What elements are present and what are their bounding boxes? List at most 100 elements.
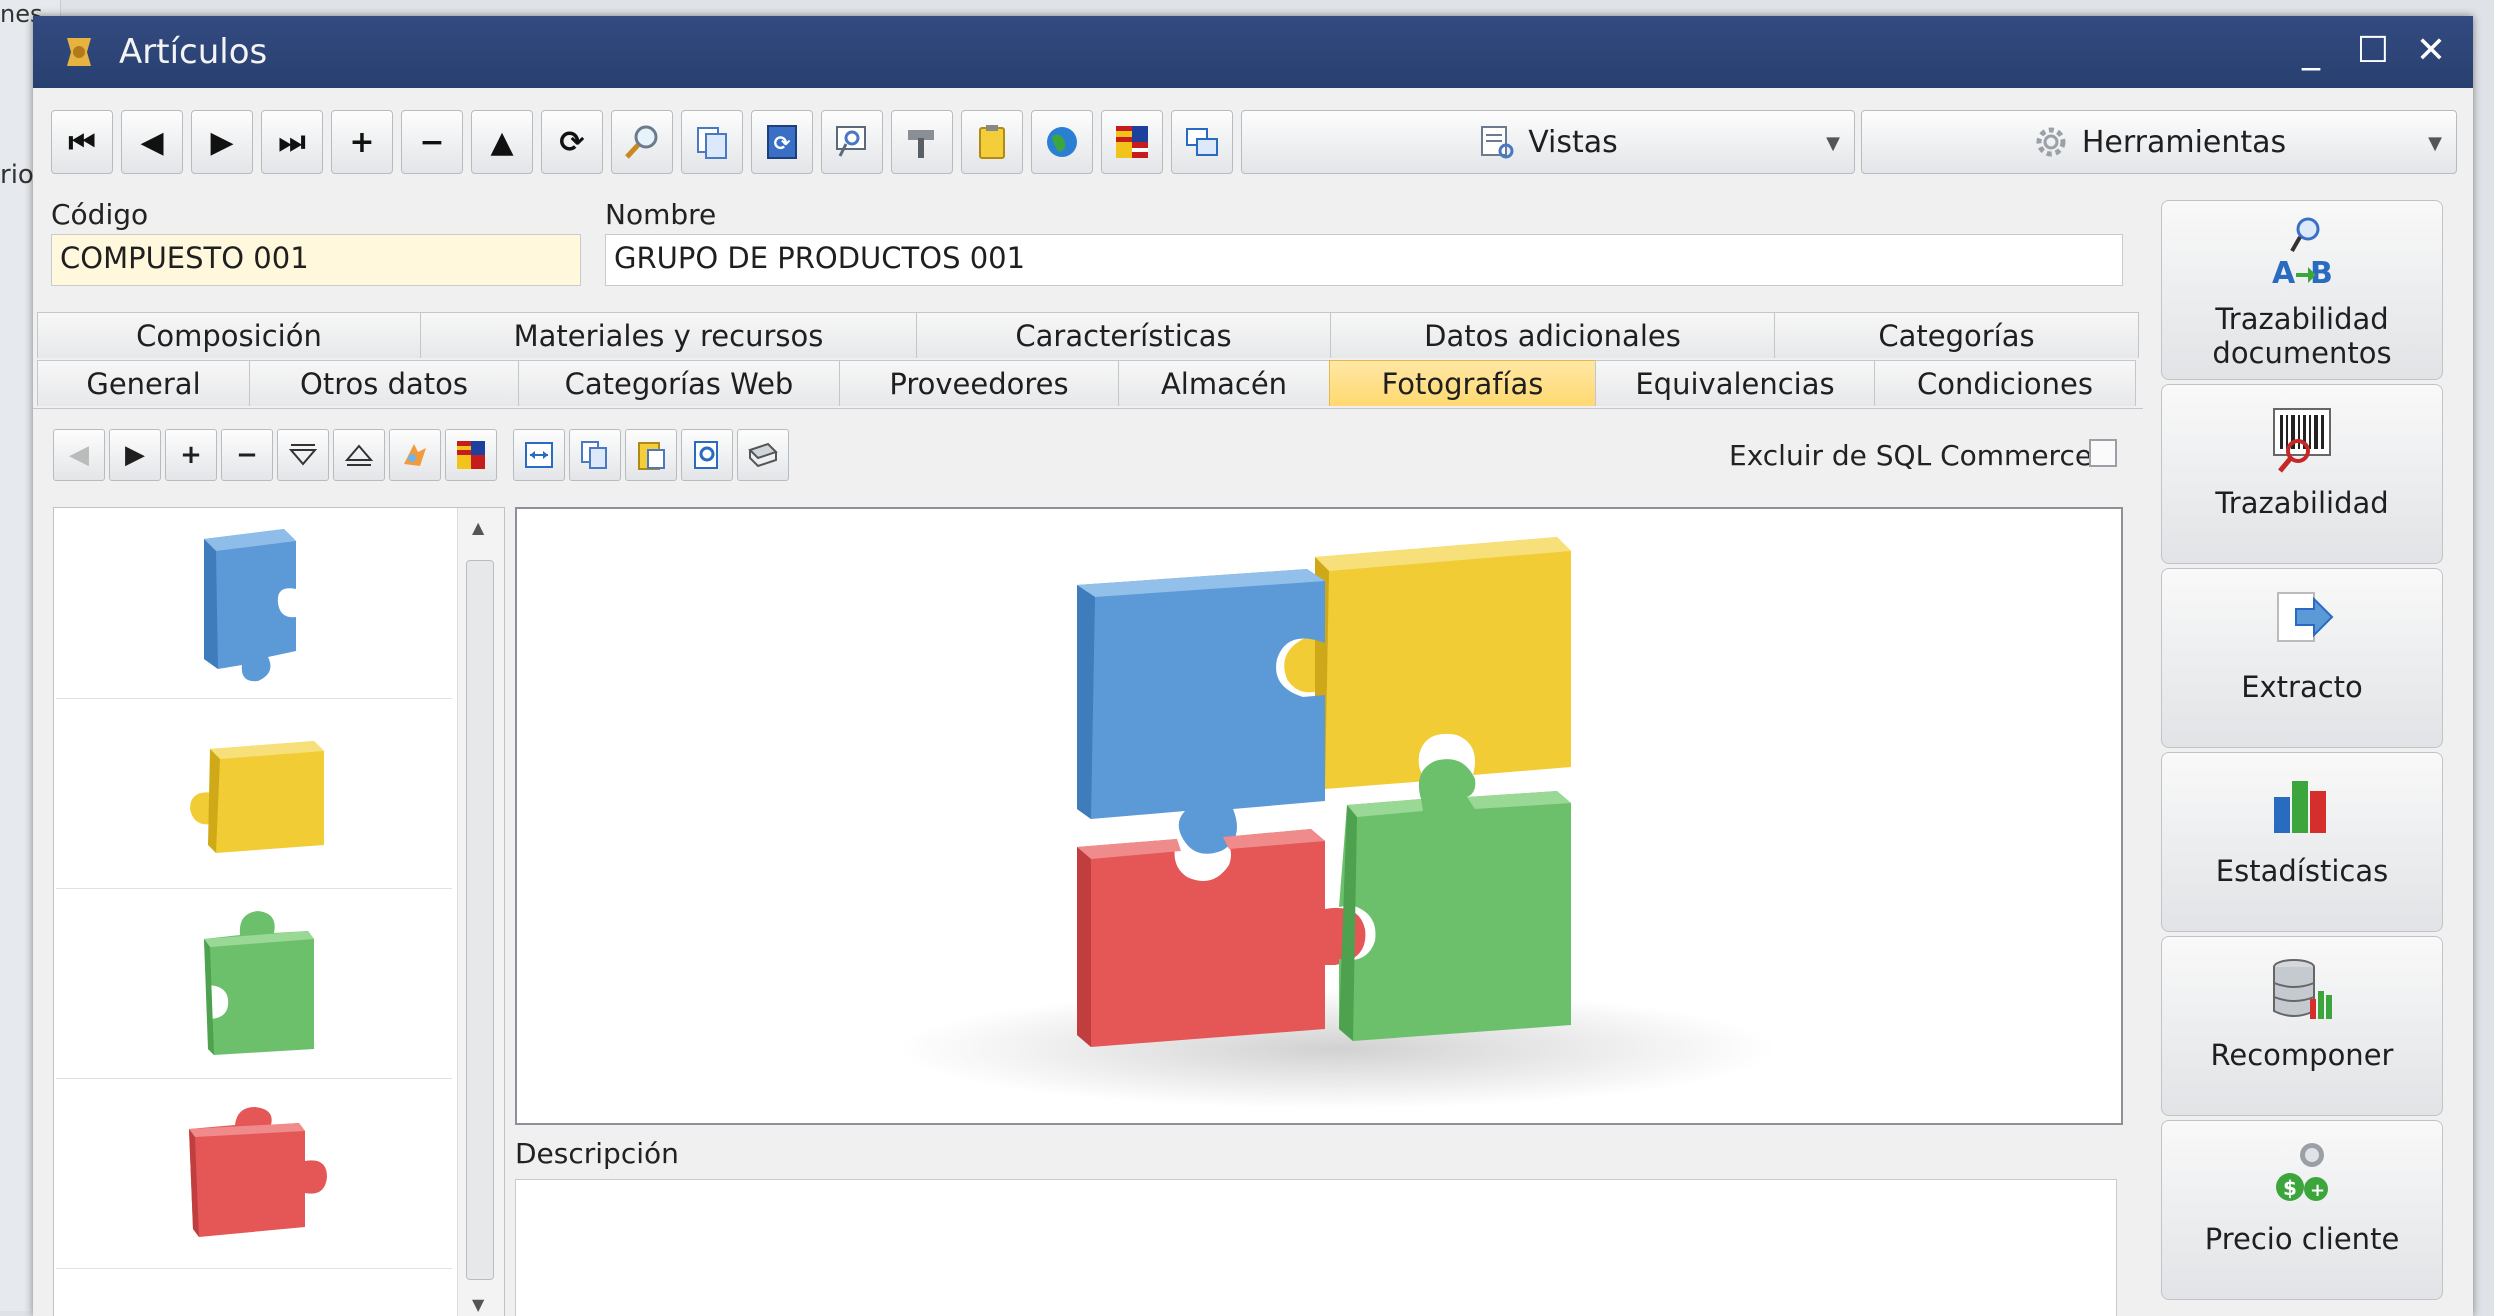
extracto-label: Extracto (2241, 670, 2363, 704)
green-puzzle-thumbnail (204, 911, 314, 1055)
vistas-dropdown[interactable]: Vistas ▼ (1241, 110, 1855, 174)
trazabilidad-documentos-button[interactable]: A B Trazabilidad documentos (2161, 200, 2443, 380)
herramientas-label: Herramientas (2081, 124, 2287, 160)
magnifier-icon (625, 125, 658, 159)
svg-text:+: + (2310, 1180, 2325, 1201)
photo-next-button[interactable]: ▶ (109, 429, 161, 481)
photo-color-button[interactable] (389, 429, 441, 481)
next-record-button[interactable]: ▶ (191, 110, 253, 174)
clipboard-icon (979, 125, 1005, 159)
add-record-button[interactable]: + (331, 110, 393, 174)
tab-fotografias[interactable]: Fotografías (1329, 360, 1596, 406)
fit-width-icon (525, 442, 553, 468)
tabs-row-1: Composición Materiales y recursos Caract… (37, 312, 2139, 358)
windows-button[interactable] (1171, 110, 1233, 174)
maximize-button[interactable]: ☐ (2345, 26, 2401, 76)
photo-scan-button[interactable] (737, 429, 789, 481)
database-chart-icon (2273, 959, 2332, 1019)
precio-cliente-button[interactable]: $ + Precio cliente (2161, 1120, 2443, 1300)
minus-icon: − (236, 440, 258, 470)
trazabilidad-button[interactable]: Trazabilidad (2161, 384, 2443, 564)
prev-record-button[interactable]: ◀ (121, 110, 183, 174)
photo-copy-button[interactable] (569, 429, 621, 481)
tools-button[interactable] (891, 110, 953, 174)
tab-proveedores[interactable]: Proveedores (839, 360, 1119, 406)
sync-button[interactable]: ⟳ (751, 110, 813, 174)
move-down-icon (288, 444, 318, 466)
thumbnail-list[interactable]: ▲ ▼ (53, 507, 505, 1316)
bar-chart-icon (2274, 781, 2326, 833)
first-record-button[interactable]: ⏮ (51, 110, 113, 174)
recomponer-button[interactable]: Recomponer (2161, 936, 2443, 1116)
tab-composicion[interactable]: Composición (37, 312, 421, 358)
svg-text:⟳: ⟳ (774, 131, 791, 155)
codigo-label: Código (51, 198, 149, 231)
herramientas-dropdown[interactable]: Herramientas ▼ (1861, 110, 2457, 174)
tab-categorias-web[interactable]: Categorías Web (518, 360, 840, 406)
window-title: Artículos (119, 32, 268, 72)
photo-viewer[interactable] (515, 507, 2123, 1125)
languages-button[interactable] (1101, 110, 1163, 174)
price-client-icon: $ + (2276, 1143, 2328, 1201)
chevron-down-icon: ▼ (2428, 133, 2442, 154)
thumbnail-item[interactable] (56, 1080, 452, 1269)
codigo-field[interactable]: COMPUESTO 001 (51, 234, 581, 286)
photo-add-button[interactable]: + (165, 429, 217, 481)
tab-general[interactable]: General (37, 360, 250, 406)
tab-caracteristicas[interactable]: Características (916, 312, 1331, 358)
puzzle-image (897, 537, 1777, 1109)
title-bar[interactable]: Artículos _ ☐ ✕ (33, 16, 2473, 88)
delete-record-button[interactable]: − (401, 110, 463, 174)
tab-otros-datos[interactable]: Otros datos (249, 360, 519, 406)
up-arrow-icon: ▲ (490, 124, 514, 160)
minimize-button[interactable]: _ (2283, 26, 2339, 76)
photo-languages-button[interactable] (445, 429, 497, 481)
thumbnail-scrollbar[interactable]: ▲ ▼ (457, 508, 504, 1316)
search-button[interactable] (611, 110, 673, 174)
preview-icon (836, 126, 866, 157)
prev-icon: ◀ (69, 440, 89, 470)
paste-icon (638, 442, 665, 470)
trazabilidad-documentos-icon: A B (2272, 217, 2333, 291)
edit-up-button[interactable]: ▲ (471, 110, 533, 174)
scroll-up-icon[interactable]: ▲ (472, 518, 484, 537)
last-record-button[interactable]: ⏭ (261, 110, 323, 174)
copy-icon (697, 127, 727, 159)
tab-condiciones[interactable]: Condiciones (1874, 360, 2136, 406)
thumbnail-item[interactable] (56, 890, 452, 1079)
refresh-button[interactable]: ⟳ (541, 110, 603, 174)
prev-icon: ◀ (140, 124, 164, 160)
photo-remove-button[interactable]: − (221, 429, 273, 481)
tab-materiales-recursos[interactable]: Materiales y recursos (420, 312, 917, 358)
photo-paste-button[interactable] (625, 429, 677, 481)
clipboard-button[interactable] (961, 110, 1023, 174)
photo-fit-button[interactable] (513, 429, 565, 481)
extracto-button[interactable]: Extracto (2161, 568, 2443, 748)
photo-move-down-button[interactable] (277, 429, 329, 481)
tab-almacen[interactable]: Almacén (1118, 360, 1330, 406)
tab-categorias[interactable]: Categorías (1774, 312, 2139, 358)
tab-datos-adicionales[interactable]: Datos adicionales (1330, 312, 1775, 358)
photo-prev-button[interactable]: ◀ (53, 429, 105, 481)
scroll-down-icon[interactable]: ▼ (472, 1295, 484, 1314)
photo-preview-button[interactable] (681, 429, 733, 481)
copy-button[interactable] (681, 110, 743, 174)
nombre-field[interactable]: GRUPO DE PRODUCTOS 001 (605, 234, 2123, 286)
photo-move-up-button[interactable] (333, 429, 385, 481)
flags-icon (1116, 126, 1148, 158)
preview-button[interactable] (821, 110, 883, 174)
recomponer-label: Recomponer (2210, 1038, 2394, 1072)
close-button[interactable]: ✕ (2403, 26, 2459, 76)
tools-icon (908, 130, 934, 158)
preview-icon (694, 441, 718, 469)
blue-puzzle-thumbnail (204, 529, 296, 682)
scrollbar-thumb[interactable] (466, 560, 494, 1280)
barcode-icon (2273, 408, 2331, 473)
web-button[interactable] (1031, 110, 1093, 174)
excluir-sql-commerce-checkbox[interactable] (2089, 439, 2117, 467)
thumbnail-item[interactable] (56, 510, 452, 699)
estadisticas-button[interactable]: Estadísticas (2161, 752, 2443, 932)
thumbnail-item[interactable] (56, 700, 452, 889)
tab-equivalencias[interactable]: Equivalencias (1595, 360, 1875, 406)
descripcion-textarea[interactable] (515, 1179, 2117, 1316)
